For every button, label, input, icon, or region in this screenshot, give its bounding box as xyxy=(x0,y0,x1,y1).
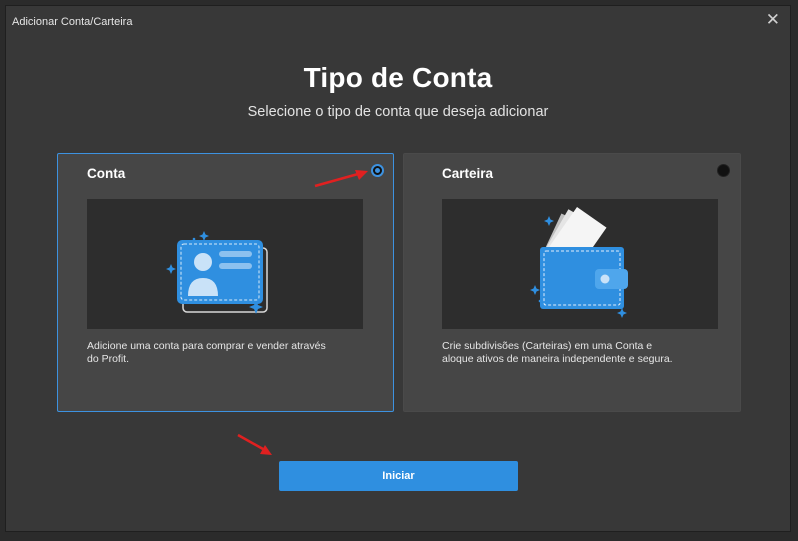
description-line: Adicione uma conta para comprar e vender… xyxy=(87,340,326,352)
option-description-carteira: Crie subdivisões (Carteiras) em uma Cont… xyxy=(442,340,712,366)
option-card-carteira[interactable]: Carteira Crie subdivisões (Carteiras) em… xyxy=(403,153,741,412)
illustration-carteira xyxy=(442,199,718,329)
dialog-window: Adicionar Conta/Carteira ✕ Tipo de Conta… xyxy=(5,5,791,532)
start-button[interactable]: Iniciar xyxy=(279,461,518,491)
illustration-conta xyxy=(87,199,363,329)
window-title: Adicionar Conta/Carteira xyxy=(12,16,133,28)
page-subtitle: Selecione o tipo de conta que deseja adi… xyxy=(247,104,549,120)
wallet-icon xyxy=(530,207,628,318)
description-line: do Profit. xyxy=(87,353,130,365)
description-line: aloque ativos de maneira independente e … xyxy=(442,353,673,365)
title-bar: Adicionar Conta/Carteira ✕ xyxy=(6,6,790,36)
radio-conta[interactable] xyxy=(371,164,384,177)
option-title-conta: Conta xyxy=(87,166,126,181)
close-icon[interactable]: ✕ xyxy=(766,10,780,30)
option-description-conta: Adicione uma conta para comprar e vender… xyxy=(87,340,357,366)
option-title-carteira: Carteira xyxy=(442,166,494,181)
radio-carteira[interactable] xyxy=(717,164,730,177)
option-card-conta[interactable]: Conta Adicione uma conta para comprar e … xyxy=(57,153,394,412)
page-title: Tipo de Conta xyxy=(303,62,493,93)
description-line: Crie subdivisões (Carteiras) em uma Cont… xyxy=(442,340,653,352)
id-card-icon xyxy=(166,231,268,314)
